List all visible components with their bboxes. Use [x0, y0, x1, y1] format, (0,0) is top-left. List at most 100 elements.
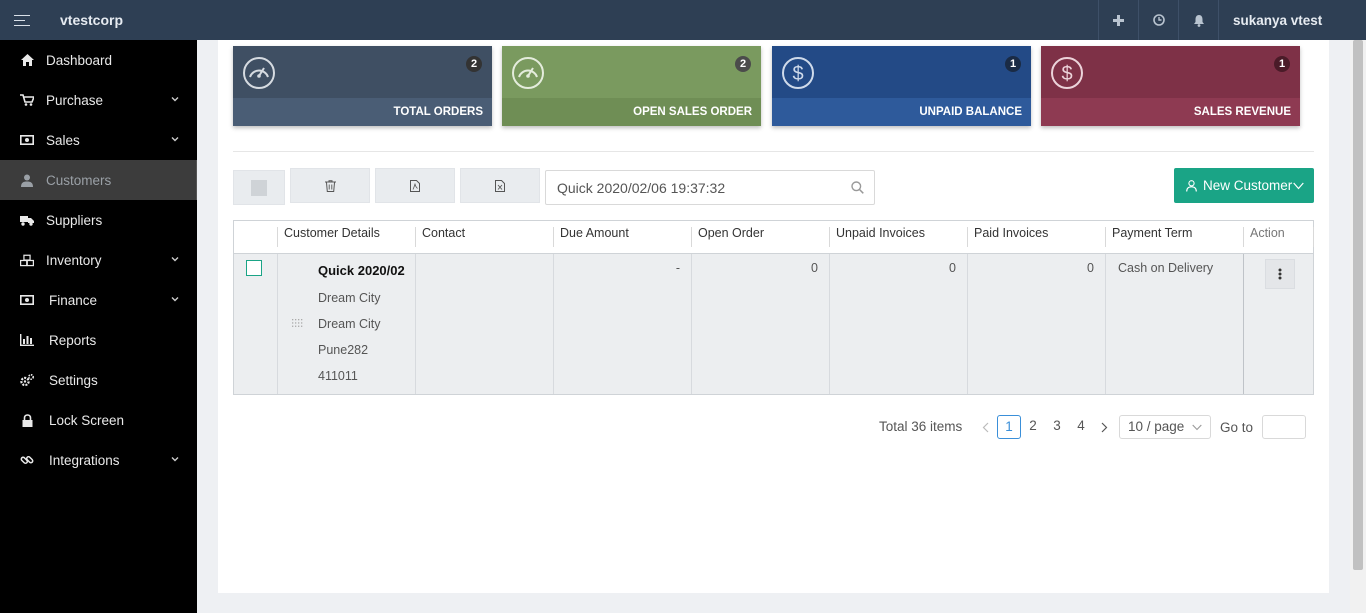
history-button[interactable]: [1138, 0, 1178, 40]
page-1[interactable]: 1: [997, 415, 1021, 439]
bell-icon: [1193, 14, 1204, 27]
sidebar-item-inventory[interactable]: Inventory: [0, 240, 197, 280]
chevron-down-icon: [1293, 182, 1305, 189]
pdf-icon: [410, 179, 420, 192]
speedometer-icon: [512, 57, 544, 89]
chevron-left-icon: [982, 422, 988, 432]
sidebar-item-lock-screen[interactable]: Lock Screen: [0, 400, 197, 440]
next-page-button[interactable]: [1096, 415, 1112, 439]
sidebar-item-label: Settings: [49, 372, 98, 388]
address-line: Pune282: [318, 343, 369, 357]
new-customer-label: New Customer: [1203, 178, 1293, 193]
truck-icon: [20, 213, 34, 227]
sidebar-item-finance[interactable]: Finance: [0, 280, 197, 320]
page-size-value: 10 / page: [1128, 419, 1185, 434]
checkbox-icon: [251, 179, 267, 196]
card-open-sales-order[interactable]: 2 OPEN SALES ORDER: [502, 46, 761, 126]
chevron-down-icon: [171, 257, 179, 262]
user-icon: [20, 173, 34, 187]
new-customer-button[interactable]: New Customer: [1174, 168, 1314, 203]
sidebar-item-label: Integrations: [49, 452, 120, 468]
sidebar-item-settings[interactable]: Settings: [0, 360, 197, 400]
user-menu[interactable]: sukanya vtest: [1218, 0, 1366, 40]
menu-toggle-button[interactable]: [0, 0, 44, 40]
page-2[interactable]: 2: [1021, 415, 1045, 439]
open-order-cell: 0: [811, 261, 818, 275]
trash-icon: [324, 179, 336, 192]
scrollbar-thumb[interactable]: [1353, 40, 1363, 570]
divider: [233, 151, 1314, 152]
page-4[interactable]: 4: [1069, 415, 1093, 439]
sidebar-item-label: Customers: [46, 172, 112, 188]
goto-page-input[interactable]: [1262, 415, 1306, 439]
delete-button[interactable]: [290, 168, 370, 203]
card-label: TOTAL ORDERS: [393, 106, 483, 118]
sidebar-item-customers[interactable]: Customers: [0, 160, 197, 200]
speedometer-icon: [243, 57, 275, 89]
excel-icon: [495, 179, 505, 192]
column-header[interactable]: Paid Invoices: [968, 221, 1106, 254]
column-header[interactable]: Due Amount: [554, 221, 692, 254]
sidebar-item-integrations[interactable]: Integrations: [0, 440, 197, 480]
address-line: Dream City: [318, 317, 381, 331]
column-header: [234, 221, 278, 254]
chevron-right-icon: [1101, 422, 1107, 432]
sidebar-item-purchase[interactable]: Purchase: [0, 80, 197, 120]
svg-text:$: $: [792, 63, 803, 85]
paid-invoices-cell: 0: [1087, 261, 1094, 275]
sidebar-item-suppliers[interactable]: Suppliers: [0, 200, 197, 240]
money-icon: [20, 133, 34, 147]
select-all-button[interactable]: [233, 170, 285, 205]
sidebar-item-dashboard[interactable]: Dashboard: [0, 40, 197, 80]
row-checkbox[interactable]: [246, 260, 262, 276]
card-sales-revenue[interactable]: $ 1 SALES REVENUE: [1041, 46, 1300, 126]
chevron-down-icon: [171, 97, 179, 102]
export-pdf-button[interactable]: [375, 168, 455, 203]
row-actions-button[interactable]: [1265, 259, 1295, 289]
column-header[interactable]: Unpaid Invoices: [830, 221, 968, 254]
notifications-button[interactable]: [1178, 0, 1218, 40]
page-3[interactable]: 3: [1045, 415, 1069, 439]
column-header[interactable]: Payment Term: [1106, 221, 1244, 254]
column-header[interactable]: Open Order: [692, 221, 830, 254]
card-label: UNPAID BALANCE: [919, 106, 1022, 118]
total-items: Total 36 items: [879, 419, 963, 434]
customer-name[interactable]: Quick 2020/02: [318, 263, 406, 278]
hamburger-icon: [14, 14, 30, 26]
payment-term-cell: Cash on Delivery: [1118, 261, 1214, 275]
page-size-select[interactable]: 10 / page: [1119, 415, 1211, 439]
cart-icon: [20, 93, 34, 107]
lock-icon: [20, 413, 34, 427]
brand-name: vtestcorp: [60, 12, 124, 28]
link-icon: [20, 453, 34, 467]
prev-page-button[interactable]: [977, 415, 993, 439]
add-button[interactable]: [1098, 0, 1138, 40]
column-header[interactable]: Customer Details: [278, 221, 416, 254]
search-icon[interactable]: [851, 181, 864, 194]
column-header: Action: [1244, 221, 1314, 254]
export-excel-button[interactable]: [460, 168, 540, 203]
sidebar-item-sales[interactable]: Sales: [0, 120, 197, 160]
card-label: SALES REVENUE: [1193, 106, 1291, 118]
drag-handle-icon[interactable]: [292, 319, 304, 327]
more-vertical-icon: [1278, 268, 1282, 280]
column-header[interactable]: Contact: [416, 221, 554, 254]
card-total-orders[interactable]: 2 TOTAL ORDERS: [233, 46, 492, 126]
count-badge: 1: [1274, 56, 1290, 72]
chevron-down-icon: [171, 137, 179, 142]
user-add-icon: [1186, 179, 1197, 192]
search-input[interactable]: [546, 171, 836, 204]
search-field: [545, 170, 875, 205]
sidebar-item-label: Purchase: [46, 92, 104, 108]
dollar-icon: $: [1051, 57, 1083, 89]
scrollbar[interactable]: [1350, 40, 1366, 613]
sidebar-item-label: Suppliers: [46, 212, 103, 228]
cubes-icon: [20, 253, 34, 267]
goto-label: Go to: [1220, 420, 1254, 435]
sidebar-item-reports[interactable]: Reports: [0, 320, 197, 360]
card-label: OPEN SALES ORDER: [633, 106, 752, 118]
card-unpaid-balance[interactable]: $ 1 UNPAID BALANCE: [772, 46, 1031, 126]
address-line: 411011: [318, 369, 358, 383]
money-icon: [20, 293, 34, 307]
sidebar: Dashboard Purchase Sales Customers Suppl…: [0, 40, 197, 613]
